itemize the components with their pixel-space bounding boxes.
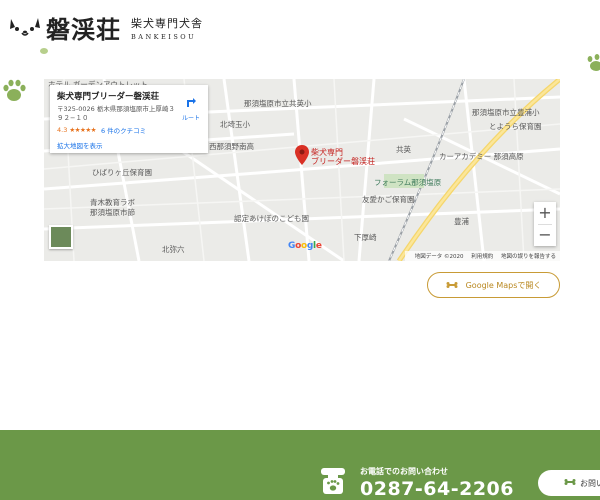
phone-caption: お電話でのお問い合わせ: [360, 467, 448, 476]
map-label: 共英: [396, 145, 411, 154]
pin-label-line1: 柴犬専門: [311, 148, 343, 157]
rating-stars: ★★★★★: [69, 126, 96, 134]
paw-icon: [587, 54, 600, 71]
map-label: 西那須野南高: [209, 142, 254, 151]
logo-title: 磐渓荘: [46, 15, 121, 44]
directions-label: ルート: [181, 115, 200, 122]
pin-label-line2: ブリーダー磐渓荘: [311, 157, 375, 166]
rating-value: 4.3: [57, 126, 68, 134]
logo-romaji: BANKEISOU: [131, 32, 197, 41]
report-error-link[interactable]: 地図の誤りを報告する: [501, 254, 556, 260]
map-pin-icon[interactable]: [295, 145, 309, 165]
paw-icon: [3, 79, 26, 101]
phone-text: お電話でのお問い合わせ 0287-64-2206: [360, 466, 514, 500]
map-label: 那須塩原市節: [90, 208, 135, 217]
map-attribution: 地図データ ©2020 利用規約 地図の誤りを報告する: [404, 251, 560, 261]
map-label: 下厚崎: [354, 233, 377, 242]
contact-button[interactable]: お問い合わせ: [538, 470, 600, 496]
bone-icon: [564, 479, 576, 485]
logo-subtitle: 柴犬専門犬舎: [131, 16, 203, 30]
place-address: 〒325-0026 栃木県那須塩原市上厚崎３９２−１０: [57, 105, 175, 122]
terms-link[interactable]: 利用規約: [471, 254, 493, 260]
map-label: ひばりヶ丘保育園: [92, 168, 152, 177]
zoom-out-button[interactable]: −: [534, 224, 556, 246]
google-logo: Google: [288, 241, 322, 251]
satellite-toggle[interactable]: [49, 225, 73, 249]
map-label: 豊浦: [454, 217, 469, 226]
place-info-card: 柴犬専門ブリーダー磐渓荘 〒325-0026 栃木県那須塩原市上厚崎３９２−１０…: [50, 85, 208, 153]
open-google-maps-button[interactable]: Google Mapsで開く: [427, 272, 560, 298]
google-letter: e: [315, 241, 322, 251]
phone-icon: [321, 468, 345, 494]
place-rating: 4.3 ★★★★★ 6 件のクチコミ: [57, 125, 201, 135]
phone-contact[interactable]: お電話でのお問い合わせ 0287-64-2206: [320, 466, 514, 500]
shiba-dog-icon: [8, 15, 42, 41]
map-label: 北埼玉小: [220, 120, 250, 129]
footer: お電話でのお問い合わせ 0287-64-2206 お問い合わせ: [0, 430, 600, 500]
pin-label: 柴犬専門 ブリーダー磐渓荘: [311, 148, 375, 166]
contact-button-label: お問い合わせ: [580, 478, 600, 488]
map-label: フォーラム那須塩原: [374, 178, 442, 187]
open-google-maps-label: Google Mapsで開く: [465, 280, 542, 290]
reviews-link[interactable]: 6 件のクチコミ: [101, 125, 146, 135]
directions-icon: [187, 98, 196, 107]
phone-number[interactable]: 0287-64-2206: [360, 478, 514, 500]
map-label: 友愛かご保育園: [362, 195, 415, 204]
site-logo[interactable]: 磐渓荘 柴犬専門犬舎 BANKEISOU: [8, 10, 203, 45]
map-label: 認定あけぼのこども園: [234, 214, 309, 223]
bone-icon: [446, 282, 458, 288]
paw-icon: [40, 48, 48, 54]
enlarge-map-link[interactable]: 拡大地図を表示: [57, 140, 201, 150]
zoom-controls: + −: [534, 202, 556, 246]
map-data-credit: 地図データ ©2020: [414, 254, 464, 260]
map-label: カーアカデミー 那須高原: [439, 152, 524, 161]
map-label: 北弥六: [162, 245, 185, 254]
map-label: とようら保育園: [489, 122, 542, 131]
page: 磐渓荘 柴犬専門犬舎 BANKEISOU 那須塩原市立共英小 北埼玉小 西那須野…: [0, 0, 600, 500]
map-label: 那須塩原市立豊浦小: [472, 108, 540, 117]
map-label: 那須塩原市立共英小: [244, 99, 312, 108]
directions-button[interactable]: ルート: [180, 93, 202, 122]
zoom-in-button[interactable]: +: [534, 202, 556, 224]
logo-subtitle-block: 柴犬専門犬舎 BANKEISOU: [131, 15, 203, 41]
embedded-map[interactable]: ホテル ガーデンアウトレット 那須塩原市立共英小 北埼玉小 西那須野南高 共英 …: [44, 79, 560, 261]
